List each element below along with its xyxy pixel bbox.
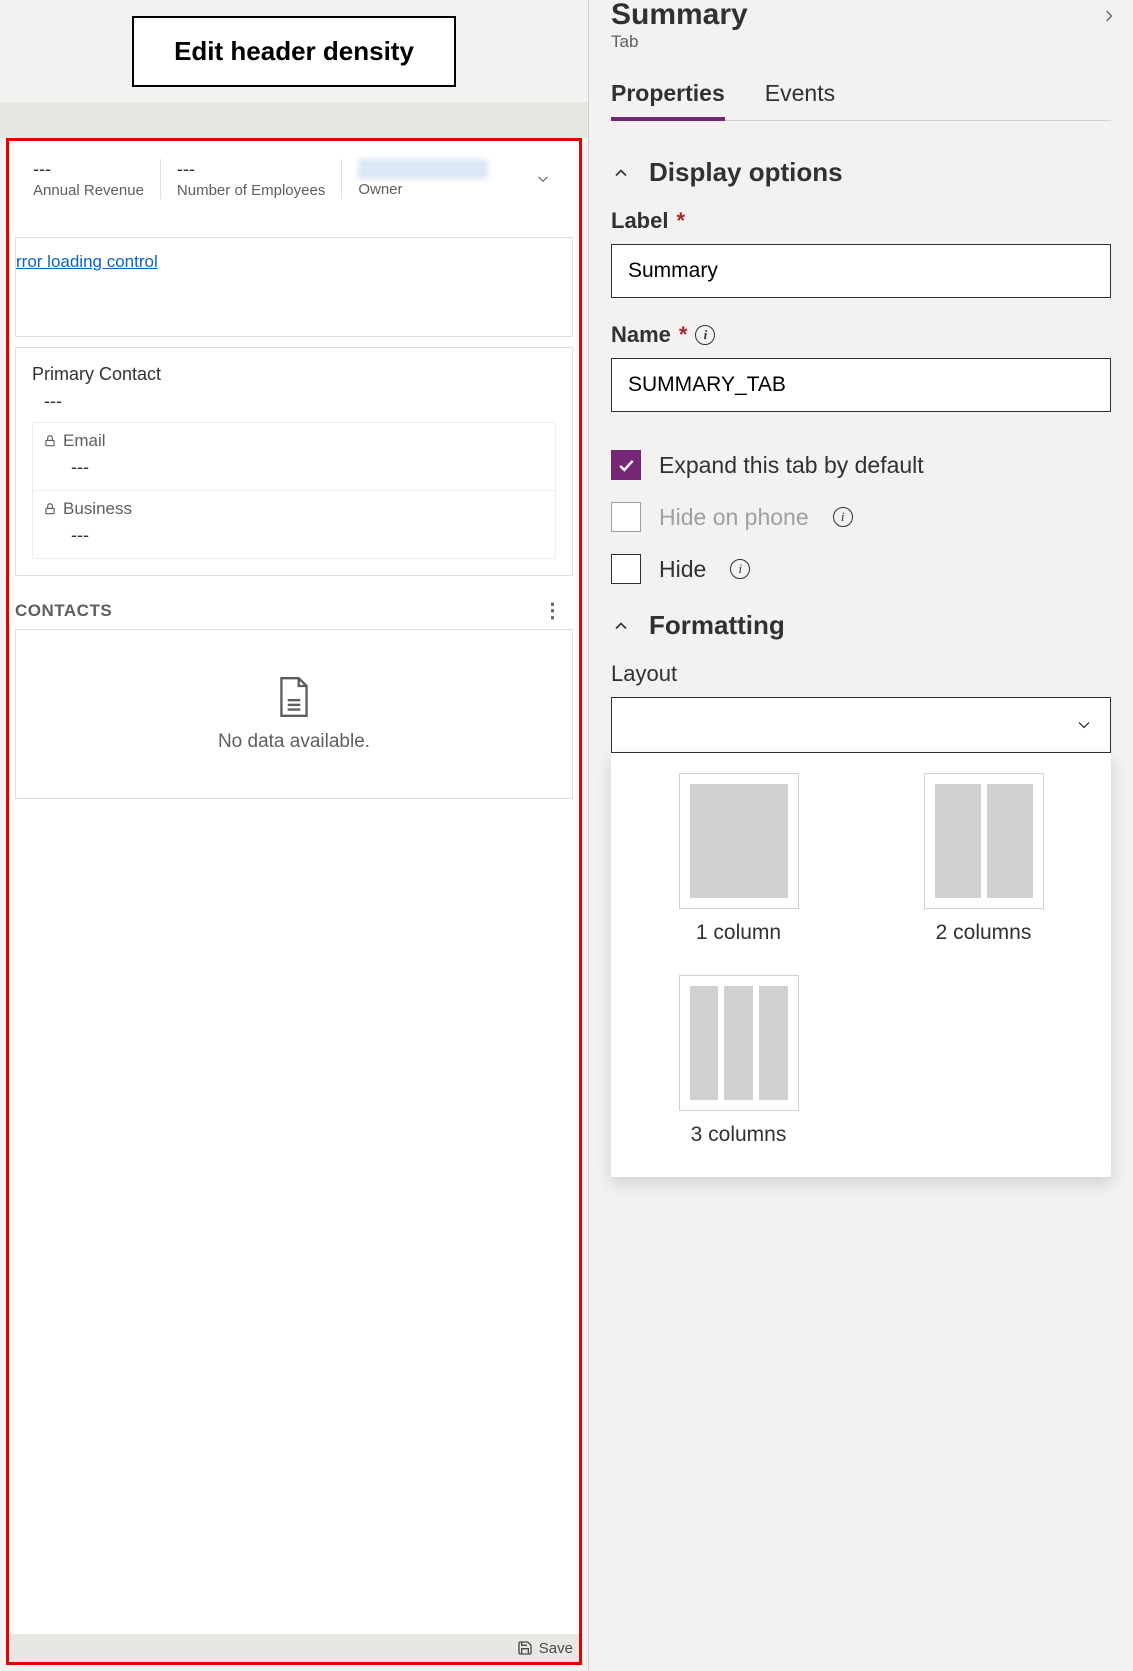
hide-label: Hide (659, 556, 706, 583)
tab-properties[interactable]: Properties (611, 80, 725, 121)
save-label[interactable]: Save (539, 1640, 573, 1657)
info-icon[interactable]: i (833, 507, 853, 527)
canvas-footer: Save (9, 1634, 579, 1662)
header-field-label: Owner (358, 181, 488, 198)
hide-checkbox-row[interactable]: Hide i (611, 554, 1111, 584)
info-icon[interactable]: i (695, 325, 715, 345)
section-title: Display options (649, 157, 843, 188)
tab-events[interactable]: Events (765, 80, 835, 120)
email-field-row[interactable]: Email --- (33, 423, 555, 491)
document-icon (274, 675, 314, 719)
chevron-down-icon (1074, 715, 1094, 735)
header-field-owner[interactable]: Owner (342, 159, 571, 198)
layout-caption: 2 columns (936, 921, 1032, 945)
header-field-number-of-employees[interactable]: --- Number of Employees (161, 159, 342, 199)
form-canvas-pane: Edit header density --- Annual Revenue -… (0, 0, 588, 1671)
layout-select[interactable] (611, 697, 1111, 753)
chevron-up-icon (611, 163, 631, 183)
section-title: Formatting (649, 610, 785, 641)
divider-strip (0, 102, 588, 138)
layout-caption: 1 column (696, 921, 781, 945)
edit-header-density-button[interactable]: Edit header density (132, 16, 456, 87)
name-input[interactable] (611, 358, 1111, 412)
expand-tab-label: Expand this tab by default (659, 452, 924, 479)
contacts-section-header: CONTACTS ⋮ (15, 586, 573, 629)
save-icon[interactable] (517, 1640, 533, 1656)
lock-icon (43, 502, 57, 516)
no-data-text: No data available. (218, 731, 370, 753)
pane-title: Summary (611, 0, 1111, 32)
chevron-down-icon[interactable] (531, 167, 555, 191)
header-field-label: Annual Revenue (33, 182, 144, 199)
layout-field-label: Layout (611, 661, 1111, 687)
email-label: Email (63, 431, 106, 451)
chevron-right-icon[interactable] (1099, 6, 1119, 26)
business-value: --- (71, 525, 545, 546)
expand-tab-checkbox-row[interactable]: Expand this tab by default (611, 450, 1111, 480)
checkbox-unchecked-icon[interactable] (611, 554, 641, 584)
header-field-annual-revenue[interactable]: --- Annual Revenue (17, 159, 161, 199)
email-value: --- (71, 457, 545, 478)
header-bar: Edit header density (0, 0, 588, 102)
properties-pane: Summary Tab Properties Events Display op… (588, 0, 1133, 1671)
info-icon[interactable]: i (730, 559, 750, 579)
layout-option-2-columns[interactable]: 2 columns (886, 773, 1081, 945)
hide-on-phone-label: Hide on phone (659, 504, 809, 531)
section-formatting[interactable]: Formatting (611, 610, 1111, 641)
primary-contact-label: Primary Contact (32, 364, 556, 385)
pane-subtitle: Tab (611, 32, 1111, 52)
form-canvas-selection[interactable]: --- Annual Revenue --- Number of Employe… (6, 138, 582, 1665)
business-label: Business (63, 499, 132, 519)
business-field-row[interactable]: Business --- (33, 491, 555, 559)
header-field-label: Number of Employees (177, 182, 325, 199)
checkbox-unchecked-icon (611, 502, 641, 532)
header-field-value: --- (33, 159, 144, 180)
header-field-value: --- (177, 159, 325, 180)
label-input[interactable] (611, 244, 1111, 298)
lock-icon (43, 434, 57, 448)
chevron-up-icon (611, 616, 631, 636)
layout-option-3-columns[interactable]: 3 columns (641, 975, 836, 1147)
label-field-label: Label* (611, 208, 1111, 234)
layout-options-dropdown: 1 column 2 columns 3 columns (611, 753, 1111, 1177)
contacts-heading: CONTACTS (15, 601, 112, 621)
layout-option-1-column[interactable]: 1 column (641, 773, 836, 945)
name-field-label: Name* i (611, 322, 1111, 348)
primary-contact-card[interactable]: Primary Contact --- Email --- (15, 347, 573, 576)
section-display-options[interactable]: Display options (611, 157, 1111, 188)
owner-value-redacted (358, 159, 488, 179)
primary-contact-value: --- (44, 391, 556, 412)
record-header-fields: --- Annual Revenue --- Number of Employe… (9, 141, 579, 207)
pane-tabs: Properties Events (611, 80, 1111, 121)
control-error-box: rror loading control (15, 237, 573, 337)
layout-caption: 3 columns (691, 1123, 787, 1147)
hide-on-phone-checkbox-row: Hide on phone i (611, 502, 1111, 532)
more-icon[interactable]: ⋮ (543, 598, 568, 623)
checkbox-checked-icon[interactable] (611, 450, 641, 480)
error-loading-control-link[interactable]: rror loading control (16, 252, 158, 271)
contacts-empty-state: No data available. (15, 629, 573, 799)
